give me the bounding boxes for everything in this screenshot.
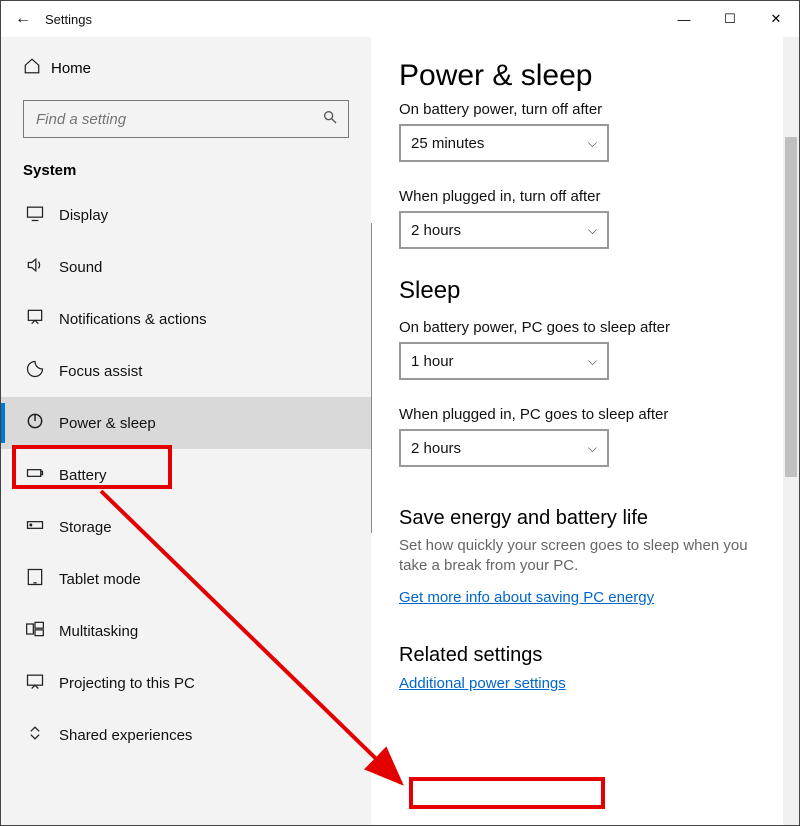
- sidebar-item-shared-experiences[interactable]: Shared experiences: [1, 709, 371, 761]
- chevron-down-icon: ⌵: [588, 136, 597, 151]
- energy-help-text: Set how quickly your screen goes to slee…: [399, 536, 771, 577]
- sleep-heading: Sleep: [399, 277, 771, 305]
- battery-icon: [25, 463, 59, 488]
- notifications-icon: [25, 307, 59, 332]
- sidebar-item-label: Battery: [59, 467, 107, 484]
- sleep-battery-select[interactable]: 1 hour ⌵: [399, 342, 609, 380]
- screen-battery-select[interactable]: 25 minutes ⌵: [399, 124, 609, 162]
- sidebar-item-battery[interactable]: Battery: [1, 449, 371, 501]
- sidebar-item-label: Multitasking: [59, 623, 138, 640]
- close-button[interactable]: ✕: [753, 1, 799, 37]
- projecting-icon: [25, 671, 59, 696]
- sound-icon: [25, 255, 59, 280]
- window-title: Settings: [45, 12, 92, 27]
- sidebar-item-label: Projecting to this PC: [59, 675, 195, 692]
- sleep-plugged-value: 2 hours: [411, 440, 461, 457]
- sleep-plugged-label: When plugged in, PC goes to sleep after: [399, 406, 771, 423]
- tablet-icon: [25, 567, 59, 592]
- sleep-plugged-select[interactable]: 2 hours ⌵: [399, 429, 609, 467]
- sidebar-home-label: Home: [51, 60, 91, 77]
- screen-plugged-select[interactable]: 2 hours ⌵: [399, 211, 609, 249]
- multitasking-icon: [25, 619, 59, 644]
- sidebar-item-sound[interactable]: Sound: [1, 241, 371, 293]
- search-icon: [322, 109, 338, 130]
- sidebar-item-multitasking[interactable]: Multitasking: [1, 605, 371, 657]
- chevron-down-icon: ⌵: [588, 223, 597, 238]
- sidebar-item-projecting[interactable]: Projecting to this PC: [1, 657, 371, 709]
- storage-icon: [25, 515, 59, 540]
- screen-plugged-value: 2 hours: [411, 222, 461, 239]
- screen-plugged-label: When plugged in, turn off after: [399, 188, 771, 205]
- sidebar-item-tablet-mode[interactable]: Tablet mode: [1, 553, 371, 605]
- home-icon: [23, 57, 51, 80]
- main-scrollbar[interactable]: [783, 37, 799, 825]
- energy-heading: Save energy and battery life: [399, 507, 771, 530]
- search-input-wrapper[interactable]: [23, 100, 349, 138]
- scrollbar-thumb[interactable]: [785, 137, 797, 477]
- sidebar-item-label: Tablet mode: [59, 571, 141, 588]
- minimize-button[interactable]: —: [661, 1, 707, 37]
- display-icon: [25, 203, 59, 228]
- sidebar-item-label: Power & sleep: [59, 415, 156, 432]
- sidebar-item-power-sleep[interactable]: Power & sleep: [1, 397, 371, 449]
- pane-divider: [371, 223, 372, 533]
- sidebar-item-label: Shared experiences: [59, 727, 192, 744]
- chevron-down-icon: ⌵: [588, 354, 597, 369]
- sidebar-item-label: Display: [59, 207, 108, 224]
- sleep-battery-value: 1 hour: [411, 353, 454, 370]
- sidebar-home[interactable]: Home: [1, 37, 371, 90]
- sidebar-section-label: System: [1, 148, 371, 189]
- sidebar-item-label: Focus assist: [59, 363, 142, 380]
- screen-battery-label: On battery power, turn off after: [399, 101, 771, 118]
- sidebar-item-label: Notifications & actions: [59, 311, 207, 328]
- sidebar-item-storage[interactable]: Storage: [1, 501, 371, 553]
- sidebar-item-display[interactable]: Display: [1, 189, 371, 241]
- sleep-battery-label: On battery power, PC goes to sleep after: [399, 319, 771, 336]
- sidebar-item-notifications[interactable]: Notifications & actions: [1, 293, 371, 345]
- back-button[interactable]: ←: [1, 10, 45, 28]
- power-icon: [25, 411, 59, 436]
- sidebar-item-label: Sound: [59, 259, 102, 276]
- shared-experiences-icon: [25, 723, 59, 748]
- search-input[interactable]: [34, 110, 322, 129]
- sidebar-item-focus-assist[interactable]: Focus assist: [1, 345, 371, 397]
- related-heading: Related settings: [399, 644, 771, 667]
- additional-power-settings-link[interactable]: Additional power settings: [399, 675, 566, 692]
- page-title: Power & sleep: [399, 59, 771, 93]
- screen-battery-value: 25 minutes: [411, 135, 484, 152]
- maximize-button[interactable]: ☐: [707, 1, 753, 37]
- sidebar-item-label: Storage: [59, 519, 112, 536]
- energy-info-link[interactable]: Get more info about saving PC energy: [399, 589, 654, 606]
- focus-assist-icon: [25, 359, 59, 384]
- chevron-down-icon: ⌵: [588, 441, 597, 456]
